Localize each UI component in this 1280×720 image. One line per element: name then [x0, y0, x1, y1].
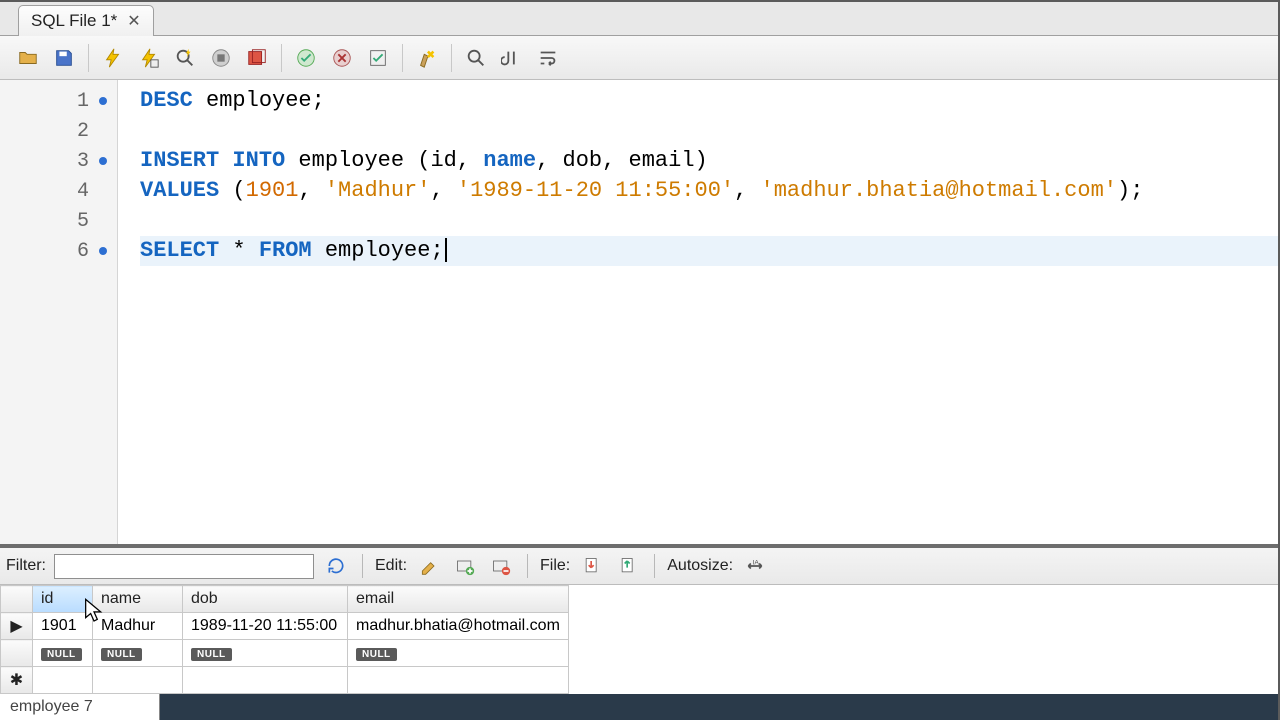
line-gutter: 123456 [0, 80, 118, 544]
cell[interactable]: NULL [93, 640, 183, 667]
table-row[interactable]: NULLNULLNULLNULL [1, 640, 569, 667]
wrap-button[interactable] [532, 42, 564, 74]
file-tab[interactable]: SQL File 1* ✕ [18, 5, 154, 36]
filter-input[interactable] [54, 554, 314, 579]
cell[interactable] [33, 667, 93, 694]
cell[interactable] [183, 667, 348, 694]
file-tab-title: SQL File 1* [31, 11, 117, 31]
find-button[interactable] [460, 42, 492, 74]
open-file-button[interactable] [12, 42, 44, 74]
code-line[interactable] [140, 206, 1278, 236]
import-button[interactable] [614, 553, 642, 579]
row-marker[interactable]: ▶ [1, 613, 33, 640]
edit-label: Edit: [375, 557, 407, 575]
file-label: File: [540, 557, 570, 575]
code-line[interactable]: VALUES (1901, 'Madhur', '1989-11-20 11:5… [140, 176, 1278, 206]
sql-editor[interactable]: 123456 DESC employee; INSERT INTO employe… [0, 80, 1278, 544]
line-number: 2 [0, 116, 117, 146]
results-toolbar: Filter: Edit: File: Autosize: IA [0, 548, 1278, 585]
cell[interactable]: madhur.bhatia@hotmail.com [348, 613, 569, 640]
result-tab[interactable]: employee 7 [0, 694, 160, 720]
code-line[interactable]: DESC employee; [140, 86, 1278, 116]
table-row[interactable]: ▶1901Madhur1989-11-20 11:55:00madhur.bha… [1, 613, 569, 640]
save-button[interactable] [48, 42, 80, 74]
add-row-button[interactable] [451, 553, 479, 579]
execute-button[interactable] [97, 42, 129, 74]
cell[interactable]: 1901 [33, 613, 93, 640]
execute-current-button[interactable] [133, 42, 165, 74]
code-line[interactable]: SELECT * FROM employee; [140, 236, 1278, 266]
code-line[interactable] [140, 116, 1278, 146]
cell[interactable] [93, 667, 183, 694]
result-grid[interactable]: idnamedobemail▶1901Madhur1989-11-20 11:5… [0, 585, 1278, 694]
rollback-button[interactable] [326, 42, 358, 74]
explain-button[interactable] [169, 42, 201, 74]
code-line[interactable]: INSERT INTO employee (id, name, dob, ema… [140, 146, 1278, 176]
column-header[interactable]: name [93, 586, 183, 613]
export-button[interactable] [578, 553, 606, 579]
autosize-label: Autosize: [667, 557, 733, 575]
results-panel: Filter: Edit: File: Autosize: IA idnamed… [0, 544, 1278, 720]
stop-all-button[interactable] [241, 42, 273, 74]
cell[interactable] [348, 667, 569, 694]
svg-text:IA: IA [753, 559, 760, 566]
filter-label: Filter: [6, 557, 46, 575]
beautify-button[interactable] [411, 42, 443, 74]
delete-row-button[interactable] [487, 553, 515, 579]
refresh-button[interactable] [322, 553, 350, 579]
column-header[interactable]: email [348, 586, 569, 613]
autosize-button[interactable]: IA [741, 553, 769, 579]
edit-row-button[interactable] [415, 553, 443, 579]
close-icon[interactable]: ✕ [125, 11, 142, 31]
row-marker[interactable]: ✱ [1, 667, 33, 694]
cell[interactable]: NULL [183, 640, 348, 667]
line-number: 3 [0, 146, 117, 176]
editor-toolbar [0, 36, 1278, 80]
cell[interactable]: Madhur [93, 613, 183, 640]
autocommit-button[interactable] [362, 42, 394, 74]
line-number: 4 [0, 176, 117, 206]
tab-bar: SQL File 1* ✕ [0, 2, 1278, 36]
table-row[interactable]: ✱ [1, 667, 569, 694]
invisible-chars-button[interactable] [496, 42, 528, 74]
bottom-tab-bar: employee 7 [0, 694, 1278, 720]
column-header[interactable]: dob [183, 586, 348, 613]
cell[interactable]: NULL [348, 640, 569, 667]
line-number: 5 [0, 206, 117, 236]
line-number: 6 [0, 236, 117, 266]
cell[interactable]: 1989-11-20 11:55:00 [183, 613, 348, 640]
stop-button[interactable] [205, 42, 237, 74]
code-area[interactable]: DESC employee; INSERT INTO employee (id, … [118, 80, 1278, 544]
column-header[interactable]: id [33, 586, 93, 613]
commit-button[interactable] [290, 42, 322, 74]
cell[interactable]: NULL [33, 640, 93, 667]
result-tab-label: employee 7 [10, 698, 93, 716]
row-marker[interactable] [1, 640, 33, 667]
corner-header[interactable] [1, 586, 33, 613]
line-number: 1 [0, 86, 117, 116]
